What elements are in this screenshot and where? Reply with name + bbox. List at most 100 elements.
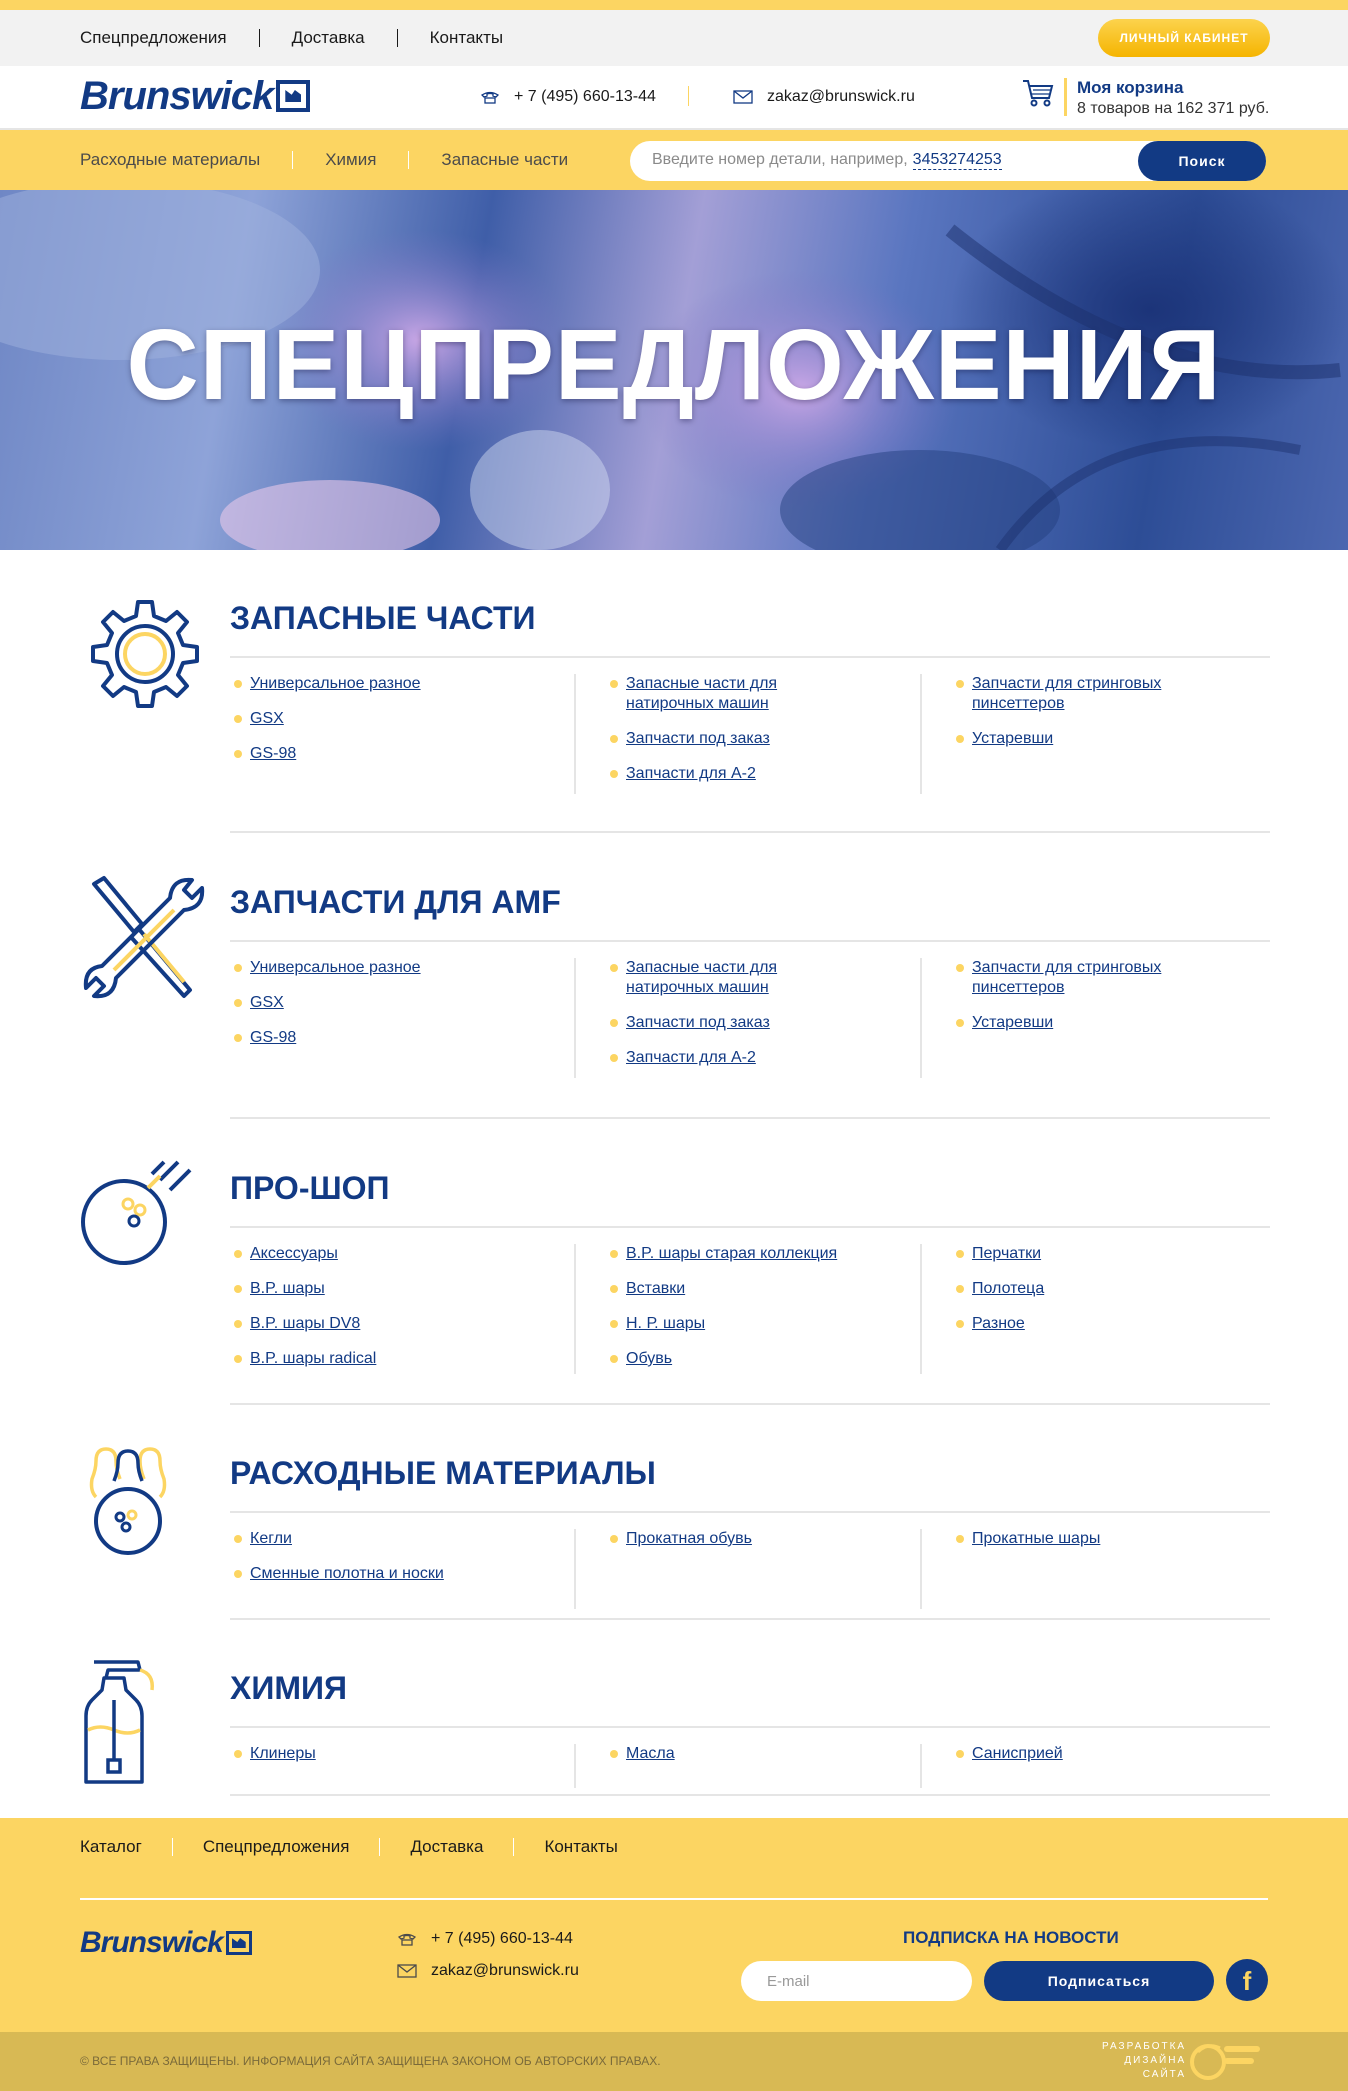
category-link[interactable]: Универсальное разное	[234, 674, 574, 694]
category-title: Про-шоп	[230, 1170, 390, 1206]
category-link[interactable]: Устаревши	[956, 729, 1270, 749]
header-email[interactable]: zakaz@brunswick.ru	[733, 88, 915, 106]
category-link[interactable]: GSX	[234, 993, 574, 1013]
footer-logo-text: Brunswick	[80, 1926, 224, 1959]
category-link[interactable]: Запчасти под заказ	[610, 729, 920, 749]
category-link[interactable]: GS-98	[234, 1028, 574, 1048]
spray-bottle-icon	[84, 1660, 154, 1784]
category-link[interactable]: B.P. шары radical	[234, 1349, 574, 1369]
category-link[interactable]: Н. Р. шары	[610, 1314, 920, 1334]
link-column: Клинеры	[230, 1744, 576, 1788]
developer-credit-line: Разработка	[1102, 2041, 1187, 2052]
category-bottom-rule	[230, 1117, 1270, 1119]
category-link[interactable]: Сменные полотна и носки	[234, 1564, 574, 1584]
footer-nav-special[interactable]: Спецпредложения	[171, 1838, 380, 1856]
category-link[interactable]: Санисприей	[956, 1744, 1270, 1764]
category-link[interactable]: Обувь	[610, 1349, 920, 1369]
header-divider	[688, 86, 689, 106]
header-email-text: zakaz@brunswick.ru	[767, 88, 915, 105]
category-link[interactable]: GSX	[234, 709, 574, 729]
copyright-bar: © Все права защищены. Информация сайта з…	[0, 2032, 1348, 2091]
subscribe-button[interactable]: Подписаться	[984, 1961, 1214, 2001]
category-link[interactable]: Прокатная обувь	[610, 1529, 920, 1549]
category-consumables: Расходные материалы Кегли Сменные полотн…	[80, 1445, 1270, 1655]
footer-logo-crown-icon	[225, 1931, 252, 1955]
footer-nav-catalog[interactable]: Каталог	[80, 1838, 172, 1856]
search-placeholder: Введите номер детали, например, 34532742…	[652, 151, 1002, 170]
top-nav-special[interactable]: Спецпредложения	[80, 29, 259, 47]
cart-accent-bar	[1064, 78, 1067, 116]
developer-credit-line: дизайна	[1124, 2055, 1187, 2066]
subscribe-email-input[interactable]: E-mail	[741, 1961, 972, 2001]
phone-icon	[397, 1933, 417, 1946]
footer-logo[interactable]: Brunswick	[80, 1928, 252, 1958]
category-link[interactable]: Клинеры	[234, 1744, 574, 1764]
footer-phone[interactable]: + 7 (495) 660-13-44	[397, 1930, 573, 1948]
developer-credit[interactable]: Разработка дизайна сайта	[1102, 2040, 1186, 2082]
personal-account-button[interactable]: Личный кабинет	[1098, 19, 1270, 57]
category-rule	[230, 656, 1270, 658]
category-link[interactable]: Запчасти для стринговых пинсеттеров	[956, 674, 1196, 714]
category-link[interactable]: Запчасти для А-2	[610, 1048, 920, 1068]
category-link[interactable]: Полотеца	[956, 1279, 1270, 1299]
footer-email[interactable]: zakaz@brunswick.ru	[397, 1962, 579, 1980]
brand-logo[interactable]: Brunswick	[80, 74, 311, 118]
category-links: Клинеры Масла Санисприей	[230, 1744, 1270, 1788]
logo-text: Brunswick	[80, 74, 274, 118]
search-example-link[interactable]: 3453274253	[912, 151, 1002, 170]
top-bar: Спецпредложения Доставка Контакты Личный…	[0, 10, 1348, 66]
category-link[interactable]: Разное	[956, 1314, 1270, 1334]
category-link[interactable]: Запчасти под заказ	[610, 1013, 920, 1033]
cart-text: Моя корзина 8 товаров на 162 371 руб.	[1077, 78, 1269, 118]
catalog-nav-chemistry[interactable]: Химия	[292, 151, 408, 169]
category-rule	[230, 1226, 1270, 1228]
top-nav-delivery[interactable]: Доставка	[258, 29, 397, 47]
category-link[interactable]: Прокатные шары	[956, 1529, 1270, 1549]
mail-icon	[733, 90, 753, 104]
category-link[interactable]: B.P. шары	[234, 1279, 574, 1299]
catalog-nav-consumables[interactable]: Расходные материалы	[80, 151, 292, 169]
category-chemistry: Химия Клинеры Масла Санисприей	[80, 1660, 1270, 1800]
cart-widget[interactable]: Моя корзина 8 товаров на 162 371 руб.	[1022, 78, 1269, 118]
category-link[interactable]: Запчасти для А-2	[610, 764, 920, 784]
facebook-icon[interactable]: f	[1226, 1959, 1268, 2001]
category-link[interactable]: Устаревши	[956, 1013, 1270, 1033]
category-link[interactable]: B.P. шары старая коллекция	[610, 1244, 920, 1264]
category-title: Химия	[230, 1670, 347, 1706]
footer-nav-delivery[interactable]: Доставка	[379, 1838, 513, 1856]
category-links: Универсальное разное GSX GS-98 Запасные …	[230, 958, 1270, 1078]
category-link[interactable]: Вставки	[610, 1279, 920, 1299]
gear-icon	[91, 600, 199, 708]
search-placeholder-text: Введите номер детали, например,	[652, 151, 908, 168]
top-nav-contacts[interactable]: Контакты	[396, 29, 535, 47]
category-link[interactable]: B.P. шары DV8	[234, 1314, 574, 1334]
part-search-input[interactable]: Введите номер детали, например, 34532742…	[630, 141, 1266, 181]
category-bottom-rule	[230, 831, 1270, 833]
category-link[interactable]: Масла	[610, 1744, 920, 1764]
category-title: Расходные материалы	[230, 1455, 656, 1491]
category-link[interactable]: Универсальное разное	[234, 958, 574, 978]
category-link[interactable]: Кегли	[234, 1529, 574, 1549]
category-link[interactable]: Перчатки	[956, 1244, 1270, 1264]
search-button[interactable]: Поиск	[1138, 141, 1266, 181]
category-link[interactable]: Запасные части для натирочных машин	[610, 674, 810, 714]
footer-phone-text: + 7 (495) 660-13-44	[431, 1930, 573, 1947]
category-bottom-rule	[230, 1794, 1270, 1796]
category-link[interactable]: Аксессуары	[234, 1244, 574, 1264]
category-link[interactable]: GS-98	[234, 744, 574, 764]
footer-nav-contacts[interactable]: Контакты	[513, 1838, 647, 1856]
category-links: Аксессуары B.P. шары B.P. шары DV8 B.P. …	[230, 1244, 1270, 1374]
footer-email-text: zakaz@brunswick.ru	[431, 1962, 579, 1979]
cart-icon	[1023, 80, 1054, 107]
catalog-nav-spare-parts[interactable]: Запасные части	[408, 151, 600, 169]
header-phone[interactable]: + 7 (495) 660-13-44	[480, 88, 656, 106]
copyright-text: © Все права защищены. Информация сайта з…	[80, 2054, 661, 2068]
link-column: Прокатная обувь	[576, 1529, 922, 1609]
category-rule	[230, 1511, 1270, 1513]
category-links: Кегли Сменные полотна и носки Прокатная …	[230, 1529, 1270, 1609]
category-link[interactable]: Запасные части для натирочных машин	[610, 958, 810, 998]
footer-nav: Каталог Спецпредложения Доставка Контакт…	[80, 1838, 648, 1856]
link-column: Перчатки Полотеца Разное	[922, 1244, 1270, 1374]
category-link[interactable]: Запчасти для стринговых пинсеттеров	[956, 958, 1196, 998]
category-pro-shop: Про-шоп Аксессуары B.P. шары B.P. шары D…	[80, 1160, 1270, 1410]
